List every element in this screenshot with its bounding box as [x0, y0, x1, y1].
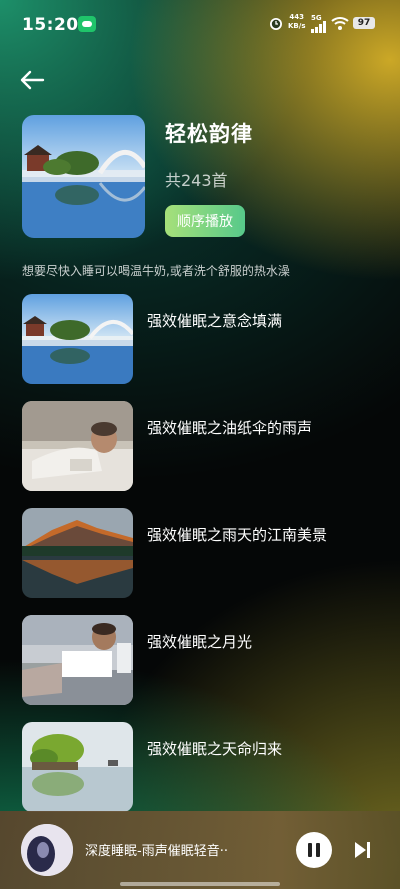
now-playing-art[interactable] [21, 824, 73, 876]
song-title: 强效催眠之雨天的江南美景 [147, 526, 328, 544]
song-count: 共243首 [165, 171, 228, 190]
song-title: 强效催眠之天命归来 [147, 740, 283, 758]
status-bar: 15:20 443 KB/s 5G 97 [0, 0, 400, 48]
song-thumbnail [22, 615, 133, 705]
song-thumbnail [22, 294, 133, 384]
now-playing-title[interactable]: 深度睡眠-雨声催眠轻音·· [85, 840, 240, 859]
wechat-icon [78, 16, 96, 32]
battery-level: 97 [353, 17, 375, 29]
song-title: 强效催眠之月光 [147, 633, 253, 651]
pause-button[interactable] [296, 832, 332, 868]
song-item[interactable]: 强效催眠之雨天的江南美景 [0, 508, 400, 598]
next-track-icon[interactable] [352, 840, 372, 860]
signal-icon [311, 21, 326, 33]
mini-player[interactable]: 深度睡眠-雨声催眠轻音·· [0, 811, 400, 889]
song-title: 强效催眠之意念填满 [147, 312, 283, 330]
back-arrow-icon[interactable] [18, 66, 46, 94]
song-item[interactable]: 强效催眠之月光 [0, 615, 400, 705]
song-thumbnail [22, 722, 133, 812]
network-speed-unit: KB/s [288, 22, 306, 30]
status-time: 15:20 [22, 15, 79, 35]
album-cover-image [22, 115, 145, 238]
song-title: 强效催眠之油纸伞的雨声 [147, 419, 313, 437]
song-item[interactable]: 强效催眠之天命归来 [0, 722, 400, 812]
alarm-icon [270, 18, 282, 30]
network-speed: 443 KB/s [288, 13, 305, 31]
home-indicator[interactable] [120, 882, 280, 886]
album-description: 想要尽快入睡可以喝温牛奶,或者洗个舒服的热水澡 [22, 264, 290, 278]
song-item[interactable]: 强效催眠之油纸伞的雨声 [0, 401, 400, 491]
song-thumbnail [22, 508, 133, 598]
wifi-icon [331, 17, 349, 30]
album-title: 轻松韵律 [165, 122, 253, 146]
network-speed-value: 443 [289, 13, 305, 21]
song-item[interactable]: 强效催眠之意念填满 [0, 294, 400, 384]
sequential-play-button[interactable]: 顺序播放 [165, 205, 245, 237]
song-thumbnail [22, 401, 133, 491]
album-cover [22, 115, 145, 238]
